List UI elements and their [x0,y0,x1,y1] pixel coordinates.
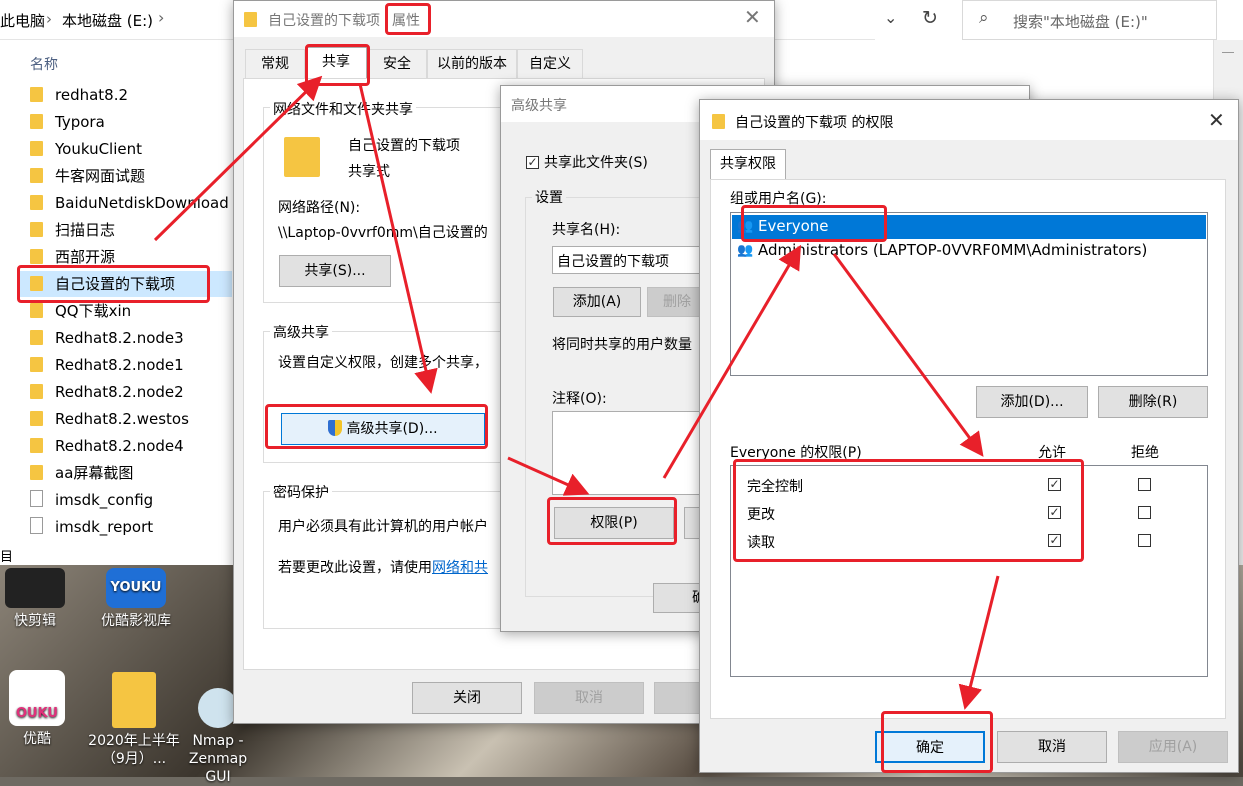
arrow-advanced-to-permissions [507,456,590,496]
arrow-folder-to-tab [153,75,323,242]
arrow-list-to-ok [958,575,1000,710]
arrow-permissions-to-everyone [662,244,802,479]
arrow-everyone-to-list [832,253,984,457]
arrow-tab-to-advanced [358,83,438,394]
annotation-arrows [153,75,1000,710]
